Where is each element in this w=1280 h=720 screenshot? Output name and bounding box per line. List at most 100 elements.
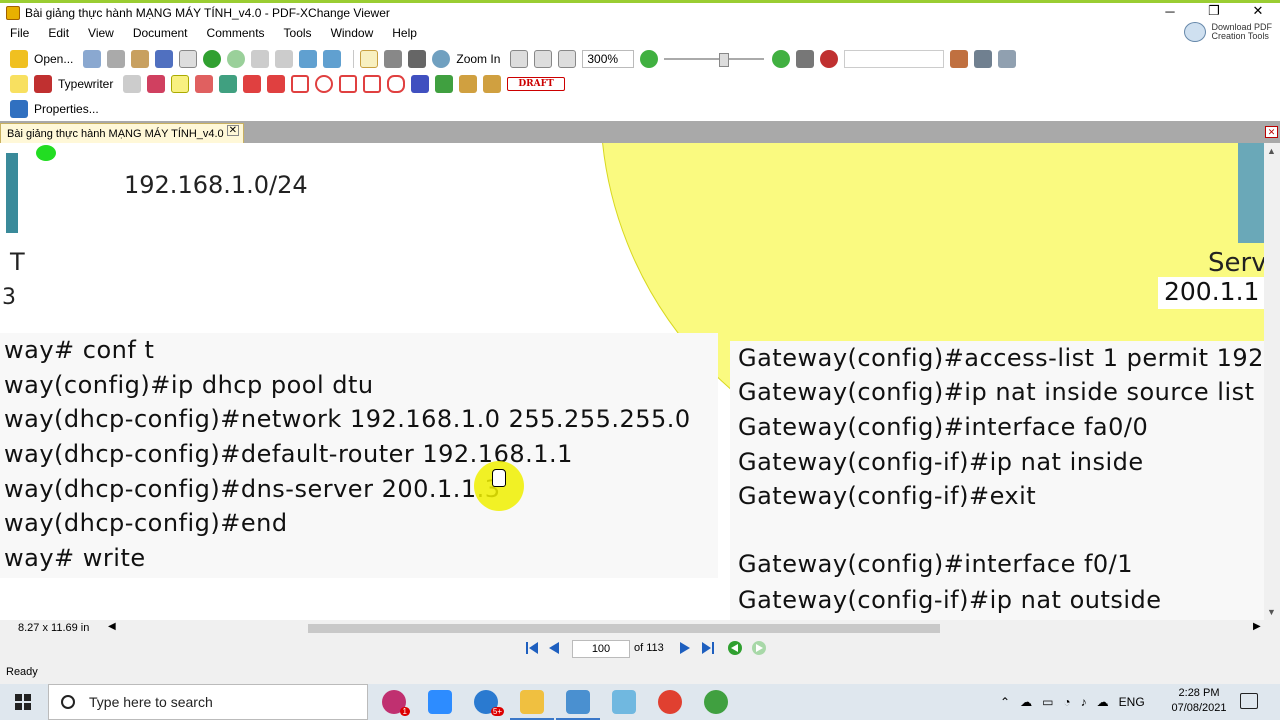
hand-tool-icon[interactable] xyxy=(360,49,379,68)
packet-tracer-app-icon[interactable] xyxy=(612,690,636,714)
download-pdf-tools-button[interactable]: Download PDF Creation Tools xyxy=(1184,22,1272,42)
chrome-app-icon[interactable] xyxy=(658,690,682,714)
language-indicator[interactable]: ENG xyxy=(1119,695,1145,709)
fit-page-icon[interactable] xyxy=(534,49,553,68)
save-icon[interactable] xyxy=(83,49,102,68)
scroll-right-icon[interactable]: ▶ xyxy=(1253,621,1261,632)
arrow-icon[interactable] xyxy=(243,74,262,93)
cloud-icon[interactable]: ☁ xyxy=(1020,695,1032,709)
zoom-in-icon[interactable] xyxy=(432,49,451,68)
eraser-icon[interactable] xyxy=(459,74,478,93)
package-icon[interactable] xyxy=(131,49,150,68)
print-icon[interactable] xyxy=(107,49,126,68)
battery-icon[interactable]: ▭ xyxy=(1042,695,1053,709)
minimize-button[interactable]: ─ xyxy=(1148,0,1192,22)
zoom-slider[interactable] xyxy=(664,52,765,67)
options-icon[interactable] xyxy=(998,49,1017,68)
zoom-in-plus-icon[interactable] xyxy=(772,49,791,68)
page-number-input[interactable]: 100 xyxy=(572,640,630,658)
close-document-icon[interactable]: ✕ xyxy=(1265,126,1278,138)
draft-stamp-button[interactable]: DRAFT xyxy=(507,76,565,91)
taskbar-search-box[interactable]: Type here to search xyxy=(48,684,368,720)
zoom-out-icon[interactable] xyxy=(640,49,659,68)
vertical-scrollbar[interactable]: ▲ ▼ xyxy=(1264,143,1280,620)
email-icon[interactable] xyxy=(155,49,174,68)
previous-page-icon[interactable] xyxy=(546,640,562,656)
spell-check-icon[interactable] xyxy=(820,49,839,68)
previous-view-icon[interactable] xyxy=(727,640,743,656)
file-explorer-icon[interactable] xyxy=(510,690,554,720)
volume-icon[interactable]: ♪ xyxy=(1081,695,1087,709)
scroll-left-icon[interactable]: ◀ xyxy=(108,621,116,632)
ocr-icon[interactable] xyxy=(179,49,198,68)
cloud-icon[interactable] xyxy=(387,74,406,93)
scroll-down-icon[interactable]: ▼ xyxy=(1267,607,1276,617)
menu-window[interactable]: Window xyxy=(331,26,374,40)
start-button[interactable] xyxy=(0,684,46,720)
close-button[interactable]: ✕ xyxy=(1236,0,1280,22)
redo-icon[interactable] xyxy=(275,49,294,68)
underline-icon[interactable] xyxy=(219,74,238,93)
recorder-app-icon[interactable]: 1 xyxy=(382,690,410,716)
restore-button[interactable]: ❐ xyxy=(1192,0,1236,22)
properties-label[interactable]: Properties... xyxy=(34,102,99,116)
rotate-page-icon[interactable] xyxy=(323,49,342,68)
select-text-icon[interactable] xyxy=(408,49,427,68)
link-icon[interactable] xyxy=(796,49,815,68)
oval-icon[interactable] xyxy=(315,74,334,93)
document-tab-close-icon[interactable]: ✕ xyxy=(226,125,239,136)
tray-overflow-icon[interactable]: ⌃ xyxy=(1000,695,1010,709)
pdf-viewer-app-icon[interactable] xyxy=(556,690,600,720)
menu-comments[interactable]: Comments xyxy=(207,26,265,40)
highlight-text-icon[interactable] xyxy=(171,74,190,93)
snapshot-icon[interactable] xyxy=(384,49,403,68)
properties-icon[interactable] xyxy=(10,99,28,118)
actual-size-icon[interactable] xyxy=(510,49,529,68)
find-previous-icon[interactable] xyxy=(950,49,969,68)
find-input[interactable] xyxy=(844,49,945,68)
notification-icon[interactable] xyxy=(1240,693,1258,709)
typewriter-icon[interactable] xyxy=(34,74,52,93)
menu-file[interactable]: File xyxy=(10,26,29,40)
menu-edit[interactable]: Edit xyxy=(48,26,69,40)
textbox-icon[interactable] xyxy=(123,74,142,93)
stamp-icon[interactable] xyxy=(483,74,502,93)
back-icon[interactable] xyxy=(203,49,222,68)
rectangle-icon[interactable] xyxy=(291,74,310,93)
find-next-icon[interactable] xyxy=(974,49,993,68)
first-page-icon[interactable] xyxy=(524,640,540,656)
undo-icon[interactable] xyxy=(251,49,270,68)
rotate-icon[interactable] xyxy=(299,49,318,68)
pencil-icon[interactable] xyxy=(435,74,454,93)
strikeout-icon[interactable] xyxy=(195,74,214,93)
horizontal-scrollbar-thumb[interactable] xyxy=(308,624,940,633)
pin-icon[interactable] xyxy=(411,74,430,93)
forward-icon[interactable] xyxy=(227,49,246,68)
menu-tools[interactable]: Tools xyxy=(284,26,312,40)
fit-width-icon[interactable] xyxy=(558,49,577,68)
chrome-alt-app-icon[interactable] xyxy=(704,690,728,714)
taskbar-clock[interactable]: 2:28 PM 07/08/2021 xyxy=(1168,686,1230,716)
polyline-icon[interactable] xyxy=(363,74,382,93)
open-button-label[interactable]: Open... xyxy=(34,52,73,66)
line-icon[interactable] xyxy=(267,74,286,93)
typewriter-label[interactable]: Typewriter xyxy=(58,77,113,91)
document-tab[interactable]: Bài giảng thực hành MẠNG MÁY TÍNH_v4.0 ✕ xyxy=(0,123,244,143)
scroll-up-icon[interactable]: ▲ xyxy=(1267,146,1276,156)
zalo-app-icon[interactable]: 5+ xyxy=(474,690,504,716)
menu-help[interactable]: Help xyxy=(392,26,417,40)
next-view-icon[interactable] xyxy=(751,640,767,656)
sticky-note-icon[interactable] xyxy=(10,74,28,93)
menu-document[interactable]: Document xyxy=(133,26,188,40)
menu-view[interactable]: View xyxy=(88,26,114,40)
polygon-icon[interactable] xyxy=(339,74,358,93)
wifi-icon[interactable]: ◔ xyxy=(1063,695,1070,709)
open-icon[interactable] xyxy=(10,49,28,68)
zoom-in-label[interactable]: Zoom In xyxy=(456,52,500,66)
onedrive-icon[interactable]: ☁ xyxy=(1097,695,1109,709)
last-page-icon[interactable] xyxy=(700,640,716,656)
zoom-app-icon[interactable] xyxy=(428,690,452,714)
callout-icon[interactable] xyxy=(147,74,166,93)
zoom-level-select[interactable]: 300% xyxy=(582,49,635,68)
next-page-icon[interactable] xyxy=(677,640,693,656)
